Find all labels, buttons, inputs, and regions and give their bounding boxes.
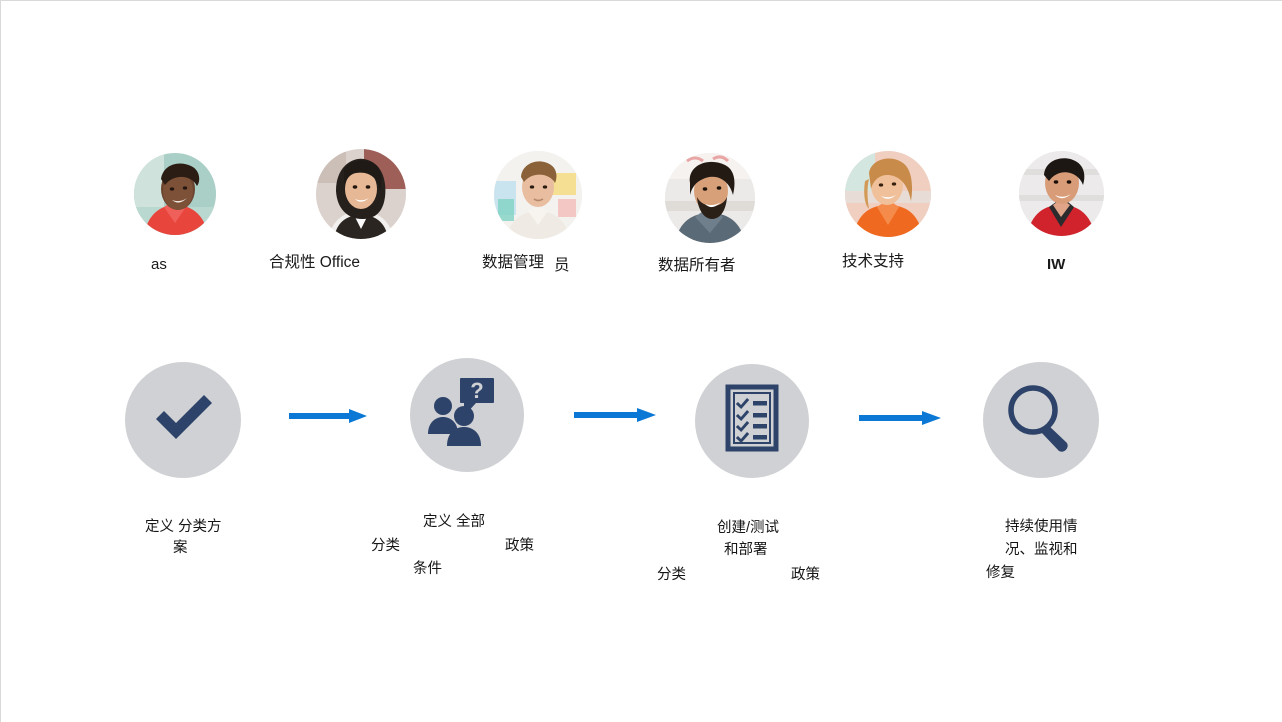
clipboard-checklist-icon (725, 384, 779, 452)
step-define-all[interactable]: ? (410, 358, 524, 472)
avatar-photo-woman-orange-top (845, 151, 931, 237)
caption-monitor-line1: 持续使用情 (1005, 519, 1078, 535)
avatar-photo-man-red-polo (1019, 151, 1104, 236)
caption-create-test-line2: 和部署 (724, 542, 768, 558)
persona-label: 技术支持 (842, 253, 905, 270)
caption-classification-1: 分类 (371, 538, 400, 554)
persona-label: 数据所有者 (658, 257, 736, 274)
avatar-photo-man-white-shirt (494, 151, 582, 239)
caption-monitor-line2: 况、监视和 (1005, 542, 1078, 558)
arrow-2 (574, 406, 658, 424)
people-question-icon: ? (428, 378, 494, 446)
step-monitor[interactable] (983, 362, 1099, 478)
caption-classification-2: 分类 (657, 567, 686, 583)
magnifier-icon (1008, 385, 1068, 452)
caption-policy-1: 政策 (505, 538, 534, 554)
persona-label: as (151, 256, 167, 273)
svg-text:?: ? (470, 378, 483, 403)
caption-define-all-condition: 条件 (413, 561, 442, 577)
diagram-canvas: as 合规性 Office 数据管理 员 数据所有者 技术支持 IW ? 定义 … (0, 0, 1282, 722)
arrow-1 (289, 407, 369, 425)
checkmark-icon (156, 395, 212, 439)
caption-define-scheme-line2: 案 (173, 540, 188, 556)
avatar-photo-woman-dark-hair (316, 149, 406, 239)
arrow-3 (859, 409, 943, 427)
caption-define-all-line1: 定义 全部 (423, 514, 486, 530)
caption-define-scheme-line1: 定义 分类方 (145, 519, 222, 535)
persona-label: 合规性 Office (269, 254, 361, 271)
caption-monitor-line3: 修复 (986, 565, 1015, 581)
persona-label: IW (1047, 256, 1066, 273)
avatar-photo-man-beard (665, 153, 755, 243)
caption-policy-2: 政策 (791, 567, 820, 583)
caption-create-test-line1: 创建/测试 (717, 520, 780, 536)
avatar-photo-woman-red-top (134, 153, 216, 235)
step-define-scheme[interactable] (125, 362, 241, 478)
persona-label-tail: 员 (554, 257, 570, 274)
step-create-test[interactable] (695, 364, 809, 478)
persona-label: 数据管理 (482, 254, 545, 271)
